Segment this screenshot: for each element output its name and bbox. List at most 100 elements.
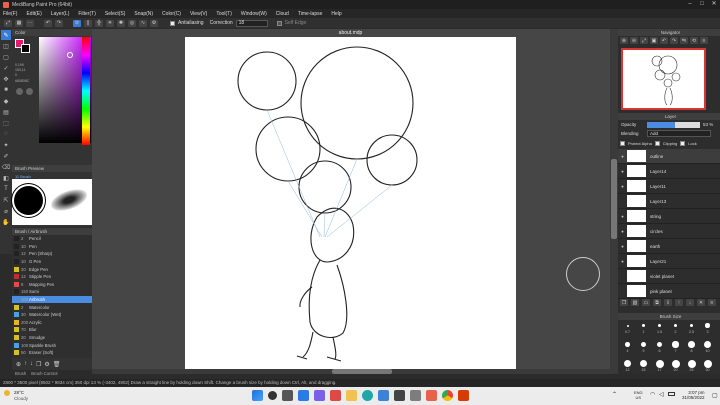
menu-snap[interactable]: Snap(N): [134, 11, 153, 17]
nav-actual-icon[interactable]: ▣: [650, 37, 658, 44]
nav-zoom-out-icon[interactable]: ⊖: [630, 37, 638, 44]
eye-icon[interactable]: ●: [618, 229, 627, 234]
brush-size-option[interactable]: 8: [684, 340, 699, 357]
navigator-preview[interactable]: [621, 48, 706, 110]
snap-curve-icon[interactable]: ∿: [139, 19, 147, 27]
nav-rotate-right-icon[interactable]: ↷: [670, 37, 678, 44]
move-tool-icon[interactable]: ✥: [1, 74, 11, 84]
brush-list-item[interactable]: 100 Airbrush: [12, 295, 92, 304]
clipping-checkbox[interactable]: [654, 141, 660, 146]
brush-arrow-down-icon[interactable]: ↓: [30, 361, 33, 367]
vertical-scroll-thumb[interactable]: [611, 159, 617, 239]
blending-select[interactable]: Add: [647, 130, 711, 137]
camera-app-icon[interactable]: [394, 390, 405, 401]
selfedge-checkbox[interactable]: [276, 20, 282, 26]
nav-zoom-in-icon[interactable]: ⊕: [620, 37, 628, 44]
undo-icon[interactable]: ↶: [44, 19, 52, 27]
document-tab[interactable]: about.mdp: [185, 29, 516, 37]
file-explorer-icon[interactable]: [346, 390, 357, 401]
horizontal-scroll-thumb[interactable]: [332, 369, 392, 374]
menu-help[interactable]: Help: [331, 11, 341, 17]
maximize-button[interactable]: □: [696, 0, 708, 9]
layer-menu-icon[interactable]: ≡: [708, 299, 716, 306]
brush-arrow-up-icon[interactable]: ↑: [24, 361, 27, 367]
expand-icon[interactable]: ⤢: [4, 19, 12, 27]
tray-chevron-icon[interactable]: ⌃: [612, 391, 617, 398]
brush-size-option[interactable]: 2: [668, 321, 683, 338]
nav-flip-icon[interactable]: ⇋: [680, 37, 688, 44]
brush-tool-icon[interactable]: ✎: [1, 30, 11, 40]
select-rect-icon[interactable]: ⬚: [1, 118, 11, 128]
language-indicator[interactable]: ENG US: [634, 390, 643, 400]
brush-list-item[interactable]: 150 Sumi: [12, 288, 92, 296]
layer-row[interactable]: pink planet: [618, 284, 720, 299]
nav-rotate-left-icon[interactable]: ↶: [660, 37, 668, 44]
layer-down-icon[interactable]: ↓: [686, 299, 694, 306]
lasso-tool-icon[interactable]: ◌: [1, 129, 11, 139]
edge-browser-icon[interactable]: [362, 390, 373, 401]
bucket-tool-icon[interactable]: ◆: [1, 96, 11, 106]
brush-delete-icon[interactable]: 🗑: [53, 361, 61, 368]
menu-file[interactable]: File(F): [3, 11, 17, 17]
layer-row[interactable]: violet planet: [618, 269, 720, 284]
brush-size-option[interactable]: 6: [652, 340, 667, 357]
brush-size-option[interactable]: 25: [684, 359, 699, 376]
brush-list-item[interactable]: 8 Mapping Pen: [12, 281, 92, 289]
layer-row[interactable]: ● circles: [618, 224, 720, 239]
task-view-icon[interactable]: [282, 390, 293, 401]
chrome-icon[interactable]: [442, 390, 453, 401]
clock[interactable]: 3:07 pm 31/05/2022: [682, 390, 705, 400]
menu-color[interactable]: Color(C): [162, 11, 181, 17]
brush-list-item[interactable]: 12 Stipple Pen: [12, 273, 92, 281]
close-button[interactable]: ✕: [708, 0, 720, 9]
merge-layer-icon[interactable]: ⇩: [664, 299, 672, 306]
tab-brush[interactable]: Brush: [15, 371, 26, 378]
select-pen-icon[interactable]: ✓: [1, 63, 11, 73]
start-icon[interactable]: [252, 390, 263, 401]
menu-layer[interactable]: Layer(L): [51, 11, 70, 17]
horizontal-scrollbar[interactable]: [92, 369, 610, 374]
brush-list-item[interactable]: 20 Edge Pen: [12, 265, 92, 273]
drawing-canvas[interactable]: [185, 37, 516, 369]
menu-tool[interactable]: Tool(T): [216, 11, 232, 17]
fill-rect-icon[interactable]: ■: [1, 85, 11, 95]
volume-icon[interactable]: ◁: [659, 391, 664, 398]
correction-select[interactable]: 18: [235, 19, 268, 27]
snap-off-icon[interactable]: ⊘: [73, 19, 81, 27]
nav-fit-icon[interactable]: ⤢: [640, 37, 648, 44]
brush-list-item[interactable]: 12 Pen (Sharp): [12, 250, 92, 258]
antialias-checkbox[interactable]: [170, 20, 175, 26]
hand-tool-icon[interactable]: ✋: [1, 217, 11, 227]
menu-window[interactable]: Window(W): [241, 11, 267, 17]
delete-layer-icon[interactable]: ✕: [697, 299, 705, 306]
eyedropper-icon[interactable]: ⌀: [1, 206, 11, 216]
widgets-icon[interactable]: [298, 390, 309, 401]
brush-list-item[interactable]: 100 Sparkle Brush: [12, 341, 92, 349]
brush-size-option[interactable]: 5: [636, 340, 651, 357]
layer-row[interactable]: ● Layer11: [618, 179, 720, 194]
brush-list-item[interactable]: 20 Smudge: [12, 334, 92, 342]
brush-size-option[interactable]: 20: [668, 359, 683, 376]
eraser-tool-icon[interactable]: ◫: [1, 41, 11, 51]
brush-size-option[interactable]: 15: [636, 359, 651, 376]
brush-list-item[interactable]: 30 Watercolor (Wet): [12, 311, 92, 319]
layer-row[interactable]: ● earth: [618, 239, 720, 254]
brush-size-option[interactable]: 12: [620, 359, 635, 376]
settings-app-icon[interactable]: [410, 390, 421, 401]
menu-filter[interactable]: Filter(T): [78, 11, 96, 17]
snap-cross-icon[interactable]: ╬: [95, 19, 103, 27]
brush-size-option[interactable]: 0.7: [620, 321, 635, 338]
brush-list-item[interactable]: 2 Watercolor: [12, 303, 92, 311]
hue-slider[interactable]: [82, 37, 90, 145]
brush-list-item[interactable]: 10 G Pen: [12, 258, 92, 266]
brush-list-item[interactable]: 70 Blur: [12, 326, 92, 334]
new-halftone-layer-icon[interactable]: ▧: [631, 299, 639, 306]
notification-icon[interactable]: ▢: [712, 392, 718, 399]
eye-icon[interactable]: ●: [618, 184, 627, 189]
eye-icon[interactable]: ●: [618, 154, 627, 159]
snap-settings-icon[interactable]: ⚙: [150, 19, 158, 27]
medibang-app-icon[interactable]: [426, 390, 437, 401]
add-brush-icon[interactable]: ⊕: [16, 361, 21, 368]
menu-edit[interactable]: Edit(E): [26, 11, 41, 17]
select-pen-tool-icon[interactable]: ✐: [1, 151, 11, 161]
